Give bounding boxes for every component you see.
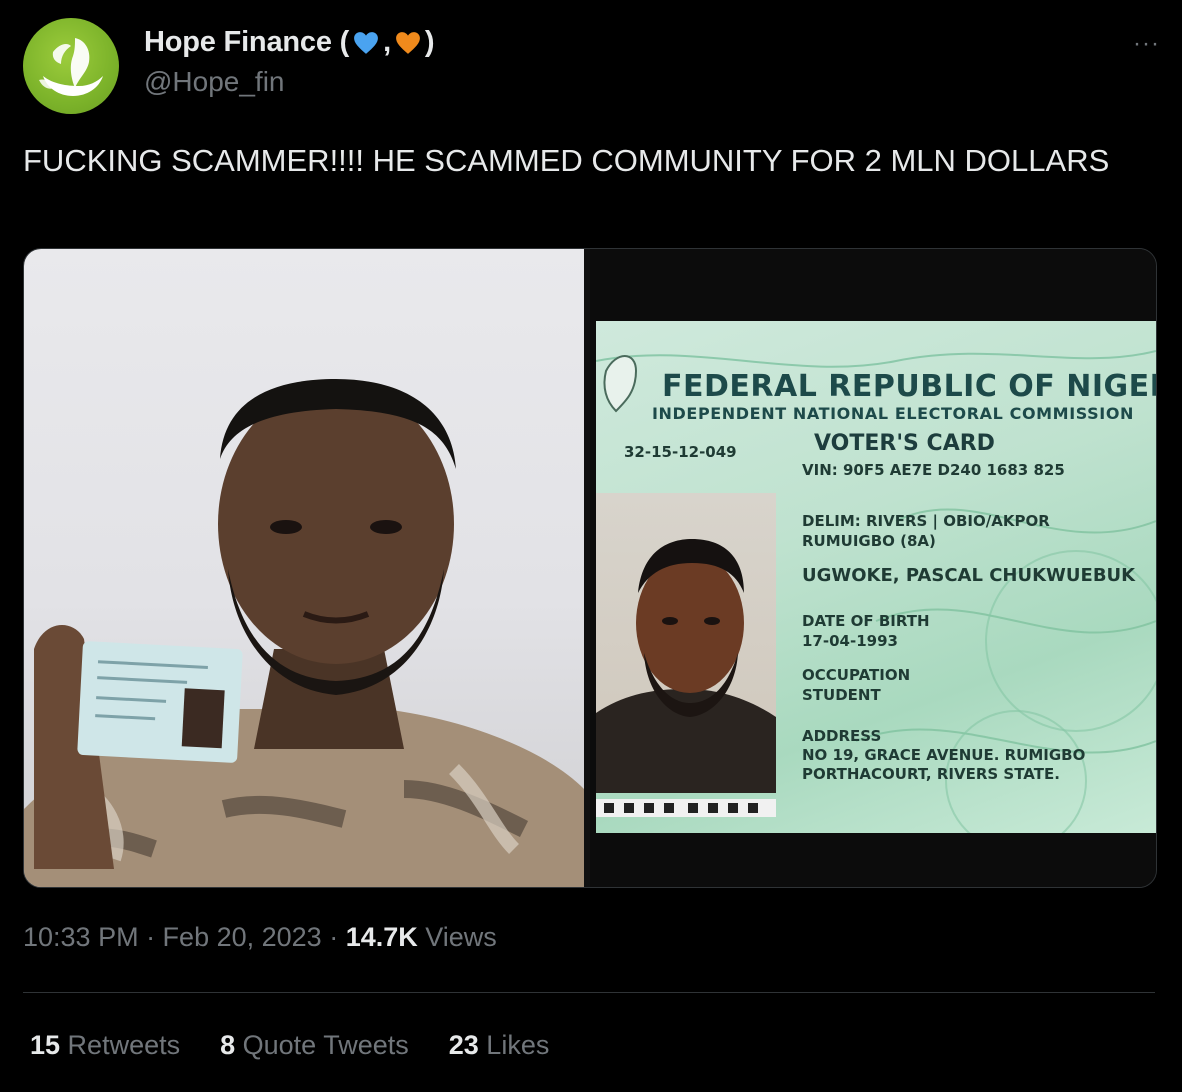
author-name-separator: ,: [383, 26, 391, 58]
orange-heart-icon: [396, 31, 420, 54]
media-grid: FEDERAL REPUBLIC OF NIGERIA INDEPENDENT …: [23, 248, 1157, 888]
voter-card: FEDERAL REPUBLIC OF NIGERIA INDEPENDENT …: [596, 321, 1156, 833]
media-photo-person[interactable]: [24, 249, 584, 887]
card-vin: VIN: 90F5 AE7E D240 1683 825: [802, 461, 1065, 479]
views-count: 14.7K: [345, 922, 418, 952]
author-name-row[interactable]: Hope Finance ( , ): [144, 26, 435, 59]
card-occupation: OCCUPATION STUDENT: [802, 665, 910, 705]
card-address: ADDRESS NO 19, GRACE AVENUE. RUMIGBO POR…: [802, 727, 1085, 784]
card-holder-name: UGWOKE, PASCAL CHUKWUEBUK: [802, 565, 1136, 586]
likes-label: Likes: [478, 1030, 550, 1060]
card-holder-photo: [596, 493, 776, 793]
divider: [23, 992, 1155, 993]
card-occupation-label: OCCUPATION: [802, 666, 911, 684]
more-options-icon[interactable]: ···: [1133, 30, 1160, 58]
card-delim: DELIM: RIVERS | OBIO/AKPOR RUMUIGBO (8A): [802, 511, 1050, 551]
card-delim-line2: RUMUIGBO (8A): [802, 532, 936, 550]
tweet-meta: 10:33 PM · Feb 20, 2023 · 14.7K Views: [23, 922, 497, 953]
retweets-stat[interactable]: 15 Retweets: [30, 1030, 180, 1061]
author-name-end: ): [424, 26, 435, 58]
avatar[interactable]: [23, 18, 119, 114]
card-subtitle: INDEPENDENT NATIONAL ELECTORAL COMMISSIO…: [652, 404, 1135, 423]
views-label: Views: [417, 922, 497, 952]
hope-finance-logo-icon: [39, 38, 103, 96]
card-occupation-value: STUDENT: [802, 686, 881, 704]
card-type: VOTER'S CARD: [814, 431, 995, 456]
card-code: 32-15-12-049: [624, 443, 737, 461]
quotes-label: Quote Tweets: [235, 1030, 409, 1060]
quotes-count: 8: [220, 1030, 236, 1060]
card-delim-line1: DELIM: RIVERS | OBIO/AKPOR: [802, 512, 1050, 530]
card-address-line1: NO 19, GRACE AVENUE. RUMIGBO: [802, 746, 1086, 764]
author-display-name[interactable]: Hope Finance (: [144, 26, 349, 59]
blue-heart-icon: [354, 31, 378, 54]
timestamp[interactable]: 10:33 PM · Feb 20, 2023 ·: [23, 922, 346, 952]
card-dob-value: 17-04-1993: [802, 632, 898, 650]
retweets-count: 15: [30, 1030, 61, 1060]
card-title: FEDERAL REPUBLIC OF NIGERIA: [662, 369, 1156, 404]
tweet-text: FUCKING SCAMMER!!!! HE SCAMMED COMMUNITY…: [23, 143, 1110, 178]
retweets-label: Retweets: [60, 1030, 181, 1060]
likes-stat[interactable]: 23 Likes: [449, 1030, 550, 1061]
card-address-line2: PORTHACOURT, RIVERS STATE.: [802, 765, 1060, 783]
card-dob: DATE OF BIRTH 17-04-1993: [802, 611, 930, 651]
engagement-stats: 15 Retweets 8 Quote Tweets 23 Likes: [30, 1030, 549, 1061]
likes-count: 23: [448, 1030, 479, 1060]
card-portrait-image: [596, 539, 776, 793]
media-photo-voter-card[interactable]: FEDERAL REPUBLIC OF NIGERIA INDEPENDENT …: [590, 249, 1156, 887]
person-holding-card-image: [24, 379, 584, 887]
card-dob-label: DATE OF BIRTH: [802, 612, 930, 630]
card-address-label: ADDRESS: [802, 727, 882, 745]
author-handle[interactable]: @Hope_fin: [144, 66, 285, 98]
quote-tweets-stat[interactable]: 8 Quote Tweets: [220, 1030, 409, 1061]
